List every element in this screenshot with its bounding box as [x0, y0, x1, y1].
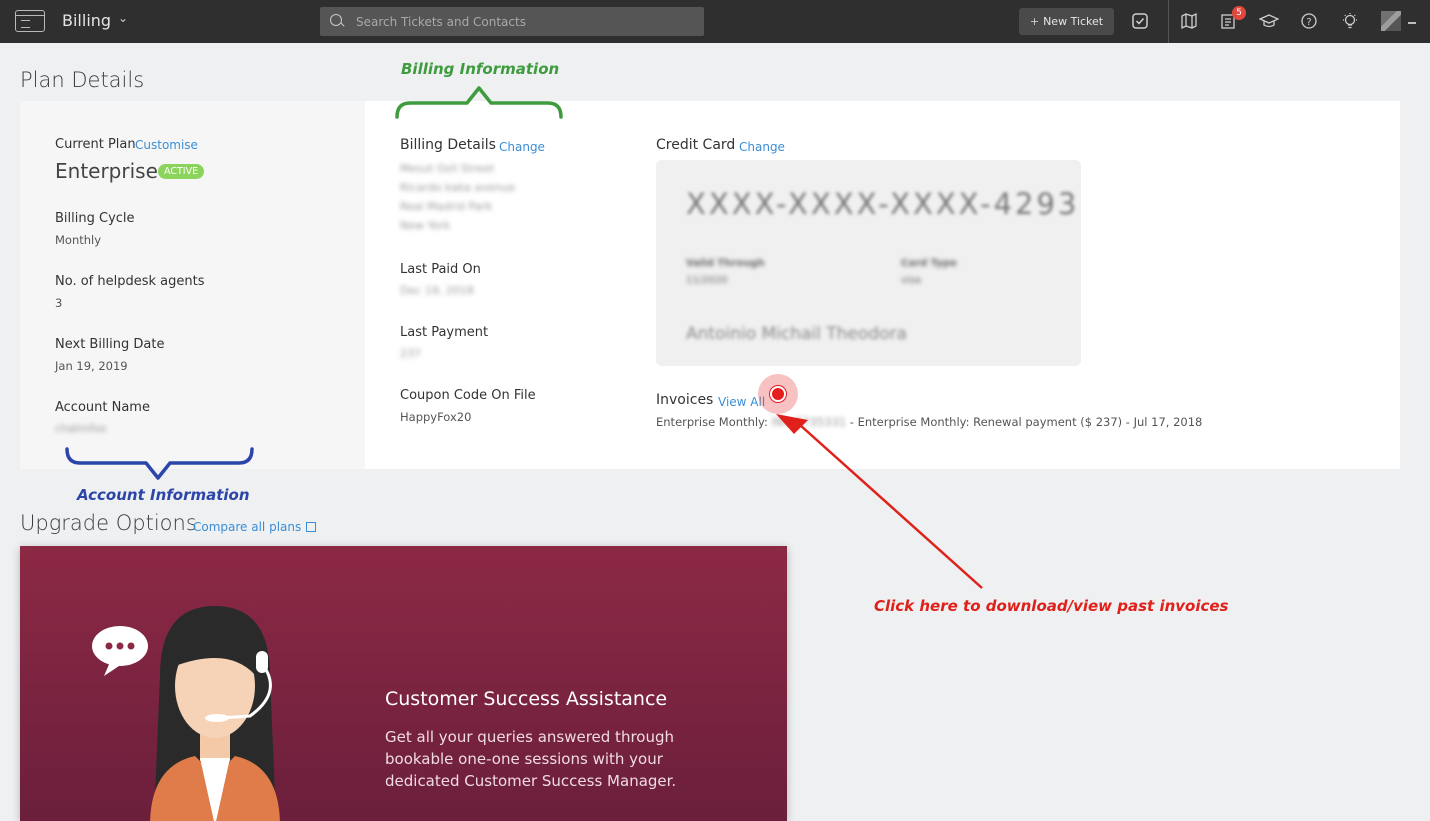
current-plan-label: Current Plan	[55, 137, 136, 152]
customer-success-banner[interactable]: Customer Success Assistance Get all your…	[20, 546, 787, 821]
help-icon[interactable]: ?	[1300, 12, 1318, 30]
graduation-cap-icon[interactable]	[1258, 12, 1280, 30]
invoice-item[interactable]: Enterprise Monthly: INV-7735331 - Enterp…	[656, 415, 1202, 429]
last-paid-value: Dec 19, 2018	[400, 284, 474, 297]
last-paid-label: Last Paid On	[400, 262, 481, 277]
page-title: Plan Details	[20, 68, 145, 92]
billing-information-annotation: Billing Information	[401, 60, 560, 78]
invoice-prefix: Enterprise Monthly:	[656, 415, 768, 429]
valid-through-value: 11/2020	[686, 275, 728, 286]
avatar[interactable]	[1381, 11, 1401, 31]
card-type-value: visa	[901, 275, 922, 286]
account-information-pane: Current Plan Customise Enterprise ACTIVE…	[20, 101, 365, 469]
map-icon[interactable]	[1180, 12, 1198, 30]
top-bar: Billing ⌄ +New Ticket 5 ?	[0, 0, 1430, 43]
card-holder-name: Antoinio Michail Theodora	[686, 324, 907, 344]
address-line: Real Madrid Park	[400, 200, 493, 213]
toolbar-divider	[1168, 0, 1169, 43]
plan-name: Enterprise	[55, 159, 158, 183]
card-number: XXXX-XXXX-XXXX-4293	[686, 187, 1080, 221]
search-bar[interactable]	[320, 7, 704, 36]
billing-cycle-label: Billing Cycle	[55, 211, 135, 226]
avatar-menu-caret-icon[interactable]	[1408, 22, 1416, 24]
next-billing-value: Jan 19, 2019	[55, 359, 128, 373]
banner-title: Customer Success Assistance	[385, 688, 668, 710]
new-ticket-label: New Ticket	[1043, 15, 1104, 28]
svg-text:?: ?	[1306, 17, 1311, 28]
app-menu-icon[interactable]	[15, 10, 45, 32]
compare-plans-label: Compare all plans	[193, 520, 302, 534]
customise-link[interactable]: Customise	[135, 138, 198, 152]
coupon-value: HappyFox20	[400, 410, 472, 424]
valid-through-label: Valid Through	[686, 258, 765, 269]
lightbulb-icon[interactable]	[1341, 12, 1359, 30]
account-name-label: Account Name	[55, 400, 150, 415]
address-line: New York	[400, 219, 451, 232]
coupon-label: Coupon Code On File	[400, 388, 536, 403]
plan-details-card: Current Plan Customise Enterprise ACTIVE…	[20, 101, 1400, 469]
banner-description: Get all your queries answered through bo…	[385, 728, 677, 790]
chevron-down-icon[interactable]: ⌄	[118, 11, 128, 25]
credit-card-change-link[interactable]: Change	[739, 140, 785, 154]
last-payment-label: Last Payment	[400, 325, 489, 340]
agents-label: No. of helpdesk agents	[55, 274, 205, 289]
invoice-hint-annotation: Click here to download/view past invoice…	[874, 597, 1229, 615]
status-badge: ACTIVE	[158, 164, 205, 179]
last-payment-value: 237	[400, 347, 421, 360]
address-line: Mesut Ozil Street	[400, 162, 495, 175]
billing-change-link[interactable]: Change	[499, 140, 545, 154]
next-billing-label: Next Billing Date	[55, 337, 165, 352]
click-target-marker	[758, 374, 798, 414]
account-information-annotation: Account Information	[77, 486, 250, 504]
billing-details-label: Billing Details	[400, 137, 496, 153]
credit-card-label: Credit Card	[656, 137, 736, 153]
invoices-label: Invoices	[656, 392, 714, 408]
invoice-number: INV-7735331	[771, 415, 847, 429]
click-target-dot	[770, 386, 786, 402]
billing-cycle-value: Monthly	[55, 233, 102, 247]
agents-value: 3	[55, 296, 63, 310]
search-input[interactable]	[356, 7, 696, 36]
account-name-value: chatmfox	[55, 422, 107, 435]
plus-icon: +	[1029, 15, 1040, 28]
address-line: Ricardo kaka avenue	[400, 181, 516, 194]
card-type-label: Card Type	[901, 258, 957, 269]
module-title[interactable]: Billing	[62, 11, 111, 30]
upgrade-options-heading: Upgrade Options	[20, 511, 197, 535]
support-agent-illustration	[92, 606, 280, 821]
tasks-check-icon[interactable]	[1131, 12, 1149, 30]
search-icon	[330, 14, 342, 26]
invoice-description: - Enterprise Monthly: Renewal payment ($…	[849, 415, 1203, 429]
new-ticket-button[interactable]: + New Ticket	[1019, 8, 1114, 35]
notification-count-badge: 5	[1232, 6, 1246, 20]
external-link-icon	[306, 522, 317, 532]
compare-plans-link[interactable]: Compare all plans	[193, 520, 317, 534]
credit-card-panel: XXXX-XXXX-XXXX-4293 Valid Through 11/202…	[656, 160, 1081, 366]
